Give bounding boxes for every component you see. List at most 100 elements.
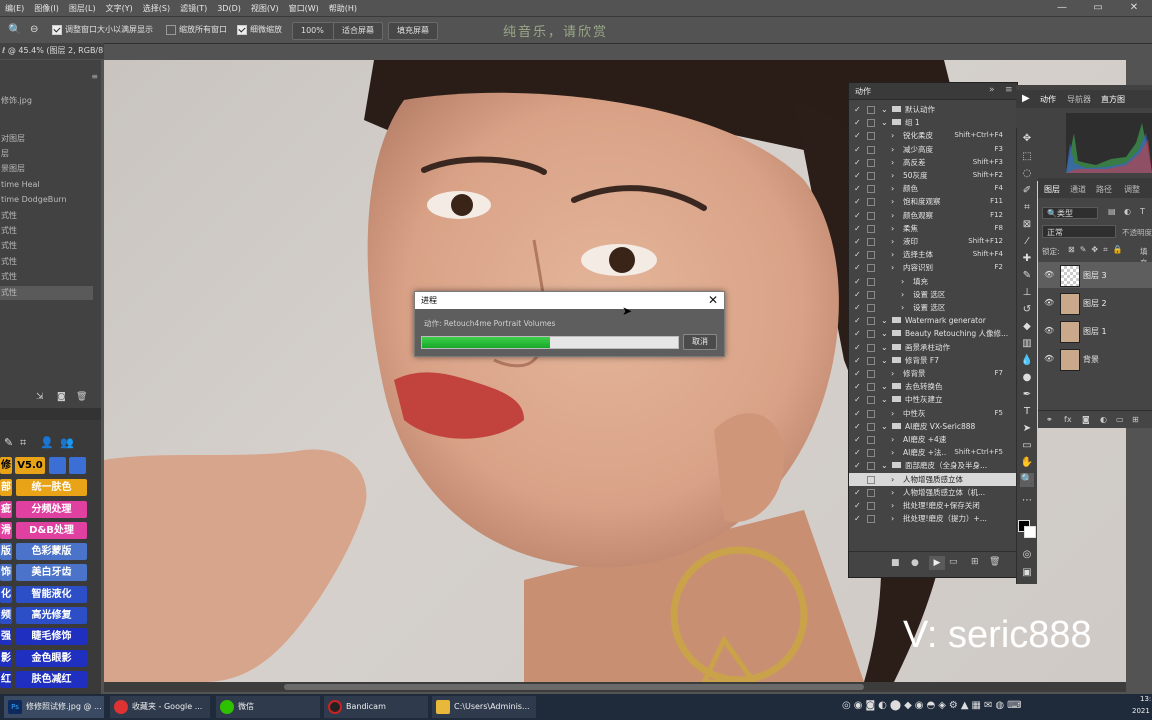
check-icon[interactable]: ✓ (854, 327, 862, 340)
menu-3d[interactable]: 3D(D) (212, 4, 246, 13)
path-select-icon[interactable]: ➤ (1020, 422, 1034, 436)
chevron-icon[interactable]: ⌄ (881, 393, 888, 406)
taskbar-item-bandicam[interactable]: Bandicam (324, 696, 428, 718)
filter-type-icon[interactable]: T (1140, 207, 1145, 216)
tab-actions[interactable]: 动作 (1040, 94, 1056, 105)
chevron-icon[interactable]: ⌄ (881, 420, 888, 433)
hand-tool-icon[interactable]: ✋ (1020, 456, 1034, 470)
blur-tool-icon[interactable]: 💧 (1020, 354, 1034, 368)
action-row[interactable]: ✓ › 减少高度 F3 (849, 143, 1017, 156)
action-row[interactable]: ✓ › 中性灰 F5 (849, 407, 1017, 420)
action-row[interactable]: ✓ › 颜色 F4 (849, 182, 1017, 195)
chevron-icon[interactable]: › (891, 446, 894, 459)
unify-skin-button[interactable]: 统一肤色 (16, 479, 87, 496)
eye-icon[interactable]: 👁 (1044, 354, 1054, 363)
dialog-toggle-icon[interactable] (867, 290, 875, 299)
dialog-toggle-icon[interactable] (867, 224, 875, 233)
type-tool-icon[interactable]: T (1020, 405, 1034, 419)
quick-mask-icon[interactable]: ◎ (1020, 548, 1034, 562)
collapse-icon[interactable]: » (989, 85, 995, 95)
whiten-teeth-button[interactable]: 美白牙齿 (16, 564, 87, 581)
list-item[interactable]: 式性 (0, 286, 93, 300)
shape-tool-icon[interactable]: ▭ (1020, 439, 1034, 453)
scrollbar-thumb[interactable] (284, 684, 864, 690)
dialog-toggle-icon[interactable] (867, 158, 875, 167)
chevron-icon[interactable]: › (901, 275, 904, 288)
restore-icon[interactable]: ▭ (1080, 0, 1116, 16)
check-icon[interactable]: ✓ (854, 129, 862, 142)
fill-screen-button[interactable]: 填充屏幕 (388, 22, 438, 40)
zoom-out-icon[interactable]: ⊖ (30, 22, 38, 38)
taskbar-item-wechat[interactable]: 微信 (216, 696, 320, 718)
folder-icon[interactable]: ▭ (949, 557, 958, 567)
quick-select-icon[interactable]: ✐ (1020, 184, 1034, 198)
actions-panel-title[interactable]: 动作 (855, 86, 871, 97)
action-row[interactable]: ✓ › AI磨皮 +法... Shift+Ctrl+F5 (849, 446, 1017, 459)
dialog-toggle-icon[interactable] (867, 119, 875, 128)
action-row[interactable]: ✓ ⌄ 去色转换色 (849, 380, 1017, 393)
check-icon[interactable]: ✓ (854, 143, 862, 156)
list-item[interactable]: 式性 (0, 209, 93, 223)
dialog-toggle-icon[interactable] (867, 132, 875, 141)
horizontal-scrollbar[interactable] (104, 682, 1126, 692)
plugin-button[interactable]: 影 (0, 650, 12, 667)
close-icon[interactable]: ✕ (708, 292, 718, 309)
dialog-toggle-icon[interactable] (867, 251, 875, 260)
chevron-icon[interactable]: › (891, 156, 894, 169)
list-item[interactable]: 式性 (0, 224, 93, 238)
action-row[interactable]: ✓ › 液印 Shift+F12 (849, 235, 1017, 248)
menu-image[interactable]: 图像(I) (29, 3, 64, 14)
action-row[interactable]: ✓ ⌄ 修背景 F7 (849, 354, 1017, 367)
chevron-icon[interactable]: ⌄ (881, 341, 888, 354)
trash-icon[interactable]: 🗑 (76, 392, 87, 402)
chevron-icon[interactable]: › (891, 367, 894, 380)
action-row[interactable]: ✓ › 设置 选区 (849, 288, 1017, 301)
check-icon[interactable]: ✓ (854, 182, 862, 195)
dialog-toggle-icon[interactable] (867, 370, 875, 378)
dialog-toggle-icon[interactable] (867, 356, 875, 365)
screen-mode-icon[interactable]: ▣ (1020, 566, 1034, 580)
person-icon[interactable]: 👤 (40, 436, 54, 449)
list-item[interactable]: 景图层 (0, 162, 93, 176)
action-row[interactable]: ✓ ⌄ 默认动作 (849, 103, 1017, 116)
check-icon[interactable]: ✓ (854, 222, 862, 235)
cancel-button[interactable]: 取消 (683, 334, 717, 350)
layer-row[interactable]: 👁 图层 1 (1038, 318, 1152, 344)
tab-navigator[interactable]: 导航器 (1067, 94, 1091, 105)
dialog-toggle-icon[interactable] (867, 185, 875, 194)
check-icon[interactable]: ✓ (854, 433, 862, 446)
list-item[interactable]: 对图层 (0, 132, 93, 146)
action-row[interactable]: ✓ ⌄ Watermark generator (849, 314, 1017, 327)
resize-windows-option[interactable]: 调整窗口大小以满屏显示 (52, 22, 153, 38)
minimize-icon[interactable]: — (1044, 0, 1080, 16)
chevron-icon[interactable]: ⌄ (881, 327, 888, 340)
plugin-button[interactable]: 部 (0, 479, 12, 496)
action-row[interactable]: ✓ › 设置 选区 (849, 301, 1017, 314)
check-icon[interactable]: ✓ (854, 235, 862, 248)
tab-layers[interactable]: 图层 (1044, 184, 1060, 195)
brush-icon[interactable]: ✎ (4, 436, 13, 449)
list-item[interactable]: time Heal (0, 178, 93, 192)
record-icon[interactable]: ● (911, 558, 919, 568)
chevron-icon[interactable]: › (891, 129, 894, 142)
dialog-toggle-icon[interactable] (867, 264, 875, 273)
camera-icon[interactable]: ◙ (57, 392, 66, 402)
adjustment-icon[interactable]: ◐ (1100, 415, 1107, 424)
dialog-toggle-icon[interactable] (867, 449, 875, 458)
chevron-icon[interactable]: › (891, 143, 894, 156)
check-icon[interactable]: ✓ (854, 103, 862, 116)
plugin-button[interactable]: 红 (0, 671, 12, 688)
action-row[interactable]: ✓ › 填充 (849, 275, 1017, 288)
marquee-tool-icon[interactable]: ⬚ (1020, 150, 1034, 164)
check-icon[interactable]: ✓ (854, 380, 862, 393)
mask-icon[interactable]: ◙ (1082, 415, 1090, 424)
new-action-icon[interactable]: ⊞ (971, 557, 979, 567)
chevron-icon[interactable]: › (891, 222, 894, 235)
action-row[interactable]: ✓ › 颜色观察 F12 (849, 209, 1017, 222)
list-item[interactable]: time DodgeBurn (0, 193, 93, 207)
action-row[interactable]: ✓ › 人物增强质感立体 (849, 472, 1017, 486)
chevron-icon[interactable]: › (891, 499, 894, 512)
check-icon[interactable]: ✓ (854, 156, 862, 169)
action-row[interactable]: ✓ ⌄ Beauty Retouching 人像修... (849, 327, 1017, 340)
check-icon[interactable]: ✓ (854, 341, 862, 354)
